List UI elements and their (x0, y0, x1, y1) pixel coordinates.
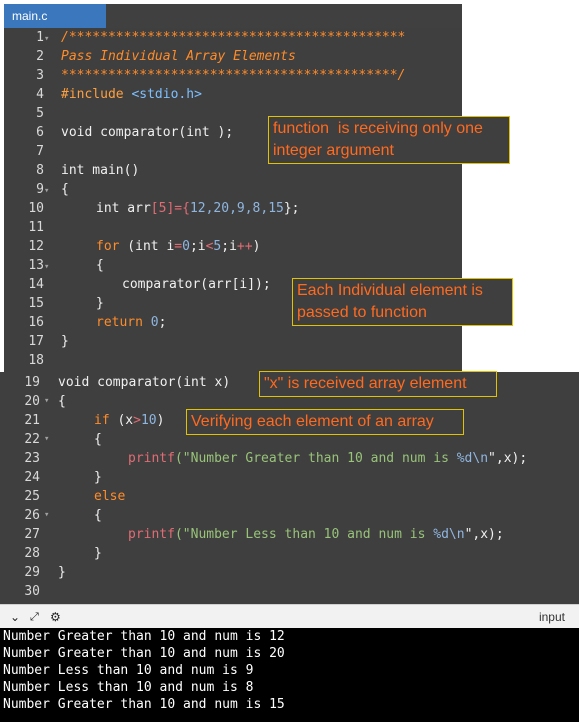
io-toolbar: ⌄ ⤢ ⚙ input (0, 604, 579, 629)
code-line-26: { (94, 508, 102, 523)
tab-label: main.c (12, 9, 48, 23)
code-line-17: } (61, 334, 69, 349)
code-editor-bottom[interactable] (0, 372, 579, 604)
code-line-22: { (94, 432, 102, 447)
output-line: Number Less than 10 and num is 9 (3, 663, 254, 678)
line-number: 19 (24, 375, 40, 390)
fold-marker-icon[interactable]: ▾ (44, 506, 49, 525)
line-number: 28 (24, 546, 40, 561)
code-line-12: for (int i=0;i<5;i++) (96, 239, 261, 254)
expand-icon[interactable]: ⤢ (30, 610, 39, 624)
line-number: 16 (28, 315, 44, 330)
code-line-9: { (61, 182, 69, 197)
line-number: 13 (28, 258, 44, 273)
output-line: Number Greater than 10 and num is 15 (3, 697, 285, 712)
line-number: 26 (24, 508, 40, 523)
line-number: 29 (24, 565, 40, 580)
fold-marker-icon[interactable]: ▾ (44, 258, 49, 277)
line-number: 2 (36, 49, 44, 64)
code-line-16: return 0; (96, 315, 167, 330)
line-number: 7 (36, 144, 44, 159)
line-number: 25 (24, 489, 40, 504)
code-line-19: void comparator(int x) (58, 375, 231, 390)
code-line-29: } (58, 565, 66, 580)
line-number: 14 (28, 277, 44, 292)
code-line-8: int main() (61, 163, 140, 178)
chevron-down-icon[interactable]: ⌄ (10, 610, 20, 624)
line-number: 10 (28, 201, 44, 216)
line-number: 20 (24, 394, 40, 409)
line-number: 27 (24, 527, 40, 542)
line-number: 4 (36, 87, 44, 102)
line-number: 17 (28, 334, 44, 349)
code-line-24: } (94, 470, 102, 485)
output-line: Number Greater than 10 and num is 12 (3, 629, 285, 644)
code-line-4: #include <stdio.h> (61, 87, 202, 102)
fold-marker-icon[interactable]: ▾ (44, 30, 49, 49)
annotation-x-received: "x" is received array element (259, 371, 497, 397)
code-line-21: if (x>10) (94, 413, 165, 428)
fold-marker-icon[interactable]: ▾ (44, 392, 49, 411)
annotation-function-receives-int: function is receiving only one integer a… (268, 116, 510, 164)
input-tab[interactable]: input (539, 610, 565, 624)
line-number: 11 (28, 220, 44, 235)
code-line-14: comparator(arr[i]); (122, 277, 271, 292)
line-number: 30 (24, 584, 40, 599)
line-number: 22 (24, 432, 40, 447)
code-line-20: { (58, 394, 66, 409)
code-line-13: { (96, 258, 104, 273)
code-line-3: ****************************************… (61, 68, 406, 83)
tab-main-c[interactable]: main.c (4, 4, 106, 28)
line-number: 24 (24, 470, 40, 485)
line-number: 6 (36, 125, 44, 140)
line-number: 12 (28, 239, 44, 254)
line-number: 18 (28, 353, 44, 368)
code-line-23: printf("Number Greater than 10 and num i… (128, 451, 528, 466)
line-number: 3 (36, 68, 44, 83)
line-number: 9 (36, 182, 44, 197)
line-number: 1 (36, 30, 44, 45)
line-number: 21 (24, 413, 40, 428)
output-line: Number Greater than 10 and num is 20 (3, 646, 285, 661)
line-number: 23 (24, 451, 40, 466)
annotation-element-passed: Each Individual element is passed to fun… (292, 278, 513, 326)
code-line-25: else (94, 489, 126, 504)
code-line-2: Pass Individual Array Elements (61, 49, 296, 64)
code-line-27: printf("Number Less than 10 and num is %… (128, 527, 504, 542)
line-number: 15 (28, 296, 44, 311)
output-line: Number Less than 10 and num is 8 (3, 680, 254, 695)
settings-icon[interactable]: ⚙ (50, 610, 61, 624)
fold-marker-icon[interactable]: ▾ (44, 430, 49, 449)
code-line-1: /***************************************… (61, 30, 406, 45)
code-line-6: void comparator(int ); (61, 125, 234, 140)
tab-bar-empty (106, 4, 462, 28)
code-line-28: } (94, 546, 102, 561)
tab-bar: main.c (0, 0, 579, 28)
fold-marker-icon[interactable]: ▾ (44, 182, 49, 201)
console-output: Number Greater than 10 and num is 12 Num… (0, 628, 579, 722)
code-line-15: } (96, 296, 104, 311)
annotation-verifying-element: Verifying each element of an array (186, 409, 464, 435)
code-line-10: int arr[5]={12,20,9,8,15}; (96, 201, 300, 216)
line-number: 8 (36, 163, 44, 178)
line-number: 5 (36, 106, 44, 121)
